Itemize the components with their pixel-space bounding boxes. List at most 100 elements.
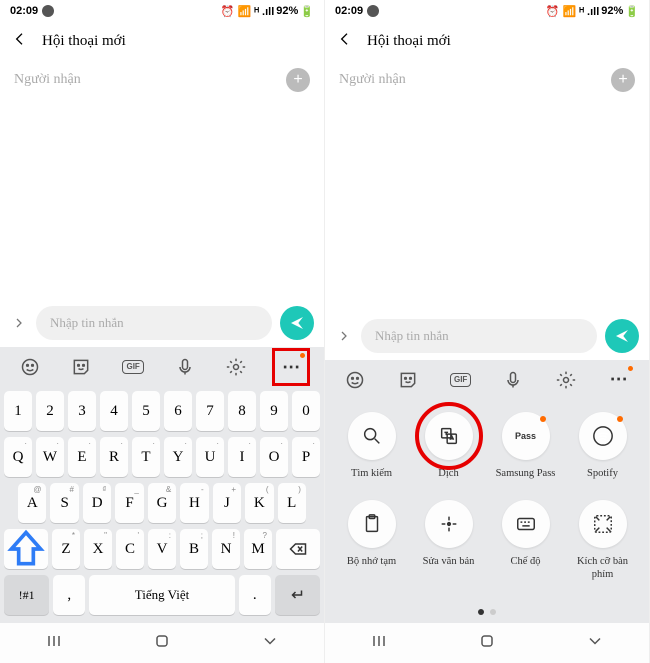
expand-icon[interactable]: [10, 317, 28, 329]
key-B[interactable]: B;: [180, 529, 208, 569]
more-icon[interactable]: ⋯: [603, 364, 635, 396]
key-8[interactable]: 8: [228, 391, 256, 431]
message-area: [325, 100, 649, 312]
key-U[interactable]: U·: [196, 437, 224, 477]
expand-icon[interactable]: [335, 330, 353, 342]
nav-back[interactable]: [585, 631, 605, 656]
key-1[interactable]: 1: [4, 391, 32, 431]
settings-icon[interactable]: [220, 351, 252, 383]
period-key[interactable]: .: [239, 575, 271, 615]
grid-label: Spotify: [587, 468, 618, 481]
grid-item-kb-size[interactable]: Kích cỡ bàn phím: [569, 500, 637, 581]
status-app-icon: [42, 5, 54, 17]
key-G[interactable]: G&: [148, 483, 176, 523]
key-F[interactable]: F_: [115, 483, 143, 523]
settings-icon[interactable]: [550, 364, 582, 396]
emoji-icon[interactable]: [339, 364, 371, 396]
sticker-icon[interactable]: [392, 364, 424, 396]
backspace-key[interactable]: [276, 529, 320, 569]
space-key[interactable]: Tiếng Việt: [89, 575, 234, 615]
page-dot-1[interactable]: [478, 609, 484, 615]
back-icon[interactable]: [337, 31, 353, 52]
grid-item-mode[interactable]: Chế độ: [492, 500, 560, 581]
grid-item-translate[interactable]: Dịch: [415, 412, 483, 481]
sticker-icon[interactable]: [65, 351, 97, 383]
key-A[interactable]: A@: [18, 483, 46, 523]
key-0[interactable]: 0: [292, 391, 320, 431]
keyboard-toolbar: GIF ⋯: [0, 347, 324, 387]
key-O[interactable]: O·: [260, 437, 288, 477]
key-L[interactable]: L): [278, 483, 306, 523]
grid-item-spotify[interactable]: Spotify: [569, 412, 637, 481]
add-recipient-button[interactable]: +: [286, 68, 310, 92]
grid-label: Kích cỡ bàn phím: [569, 556, 637, 581]
key-H[interactable]: H-: [180, 483, 208, 523]
key-3[interactable]: 3: [68, 391, 96, 431]
recipient-placeholder[interactable]: Người nhận: [14, 72, 81, 88]
key-N[interactable]: N!: [212, 529, 240, 569]
key-9[interactable]: 9: [260, 391, 288, 431]
grid-item-text-edit[interactable]: Sửa văn bản: [415, 500, 483, 581]
gif-icon[interactable]: GIF: [445, 364, 477, 396]
key-Y[interactable]: Y·: [164, 437, 192, 477]
grid-label: Tìm kiếm: [351, 468, 392, 481]
key-Q[interactable]: Q·: [4, 437, 32, 477]
shift-key[interactable]: [4, 529, 48, 569]
key-D[interactable]: D₫: [83, 483, 111, 523]
key-Z[interactable]: Z*: [52, 529, 80, 569]
samsung-pass-icon: Pass: [502, 412, 550, 460]
key-5[interactable]: 5: [132, 391, 160, 431]
enter-key[interactable]: [275, 575, 320, 615]
gif-icon[interactable]: GIF: [117, 351, 149, 383]
nav-recents[interactable]: [44, 631, 64, 656]
key-P[interactable]: P·: [292, 437, 320, 477]
back-icon[interactable]: [12, 31, 28, 52]
phone-left: 02:09 ⏰ 📶 ᴴ .ıll 92%🔋 Hội thoại mới Ngườ…: [0, 0, 325, 663]
nav-recents[interactable]: [369, 631, 389, 656]
message-input[interactable]: Nhập tin nhắn: [361, 319, 597, 353]
comma-key[interactable]: ,: [53, 575, 85, 615]
grid-item-search[interactable]: Tìm kiếm: [338, 412, 406, 481]
key-4[interactable]: 4: [100, 391, 128, 431]
grid-item-samsung-pass[interactable]: PassSamsung Pass: [492, 412, 560, 481]
kb-row-4: !#1 , Tiếng Việt .: [4, 575, 320, 615]
kb-row-3: Z*X"C'V:B;N!M?: [4, 529, 320, 569]
grid-item-clipboard[interactable]: Bộ nhớ tạm: [338, 500, 406, 581]
key-I[interactable]: I·: [228, 437, 256, 477]
page-dot-2[interactable]: [490, 609, 496, 615]
emoji-icon[interactable]: [14, 351, 46, 383]
page-title: Hội thoại mới: [42, 33, 126, 50]
search-icon: [348, 412, 396, 460]
key-T[interactable]: T·: [132, 437, 160, 477]
key-E[interactable]: E·: [68, 437, 96, 477]
kb-row-num: 1234567890: [4, 391, 320, 431]
key-V[interactable]: V:: [148, 529, 176, 569]
header: Hội thoại mới: [0, 22, 324, 60]
message-input[interactable]: Nhập tin nhắn: [36, 306, 272, 340]
mic-icon[interactable]: [497, 364, 529, 396]
status-time: 02:09: [10, 5, 38, 17]
key-C[interactable]: C': [116, 529, 144, 569]
key-J[interactable]: J+: [213, 483, 241, 523]
key-7[interactable]: 7: [196, 391, 224, 431]
key-X[interactable]: X": [84, 529, 112, 569]
key-K[interactable]: K(: [245, 483, 273, 523]
add-recipient-button[interactable]: +: [611, 68, 635, 92]
key-W[interactable]: W·: [36, 437, 64, 477]
send-button[interactable]: [280, 306, 314, 340]
key-M[interactable]: M?: [244, 529, 272, 569]
key-6[interactable]: 6: [164, 391, 192, 431]
send-button[interactable]: [605, 319, 639, 353]
key-2[interactable]: 2: [36, 391, 64, 431]
symbol-key[interactable]: !#1: [4, 575, 49, 615]
message-area: [0, 100, 324, 299]
key-R[interactable]: R·: [100, 437, 128, 477]
nav-back[interactable]: [260, 631, 280, 656]
nav-home[interactable]: [152, 631, 172, 656]
kb-size-icon: [579, 500, 627, 548]
more-icon[interactable]: ⋯: [272, 348, 310, 386]
recipient-placeholder[interactable]: Người nhận: [339, 72, 406, 88]
nav-home[interactable]: [477, 631, 497, 656]
key-S[interactable]: S#: [50, 483, 78, 523]
mic-icon[interactable]: [169, 351, 201, 383]
